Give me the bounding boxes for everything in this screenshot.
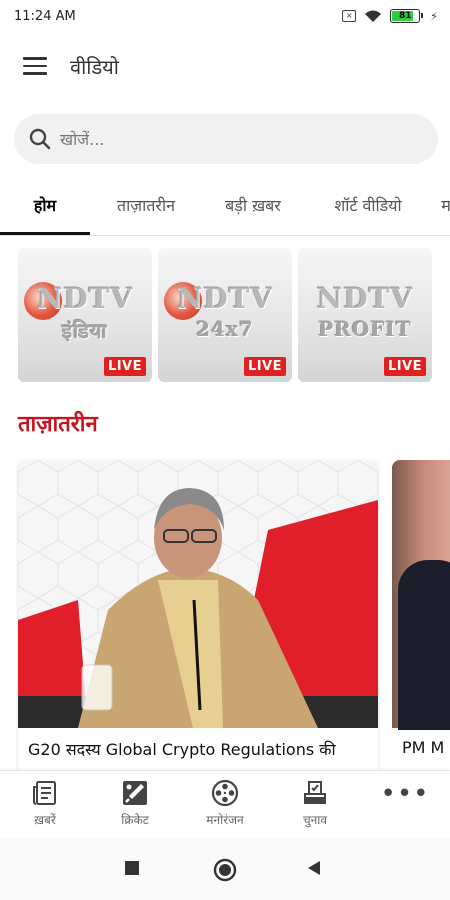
more-icon: ••• xyxy=(380,779,430,809)
newspaper-icon xyxy=(33,781,56,805)
battery-level: 81 xyxy=(399,11,412,21)
tab-latest[interactable]: ताज़ातरीन xyxy=(98,180,194,235)
video-thumbnail xyxy=(392,460,450,730)
search-input[interactable] xyxy=(60,129,400,149)
bottom-nav: ख़बरें क्रिकेट मनोरंजन चुनाव ••• xyxy=(0,770,450,838)
status-bar: 11:24 AM × 81 ⚡ xyxy=(0,0,450,32)
person-silhouette xyxy=(398,560,450,730)
tab-more[interactable]: म xyxy=(436,180,450,235)
nav-entertainment[interactable]: मनोरंजन xyxy=(190,779,260,835)
tab-home[interactable]: होम xyxy=(0,180,90,235)
live-channel-ndtv-profit[interactable]: NDTV PROFIT LIVE xyxy=(298,248,432,382)
cricket-bat-icon xyxy=(123,781,147,805)
speaker-illustration xyxy=(18,460,378,728)
tab-short-video[interactable]: शॉर्ट वीडियो xyxy=(314,180,422,235)
section-title-latest: ताज़ातरीन xyxy=(18,412,98,437)
app-bar: वीडियो xyxy=(0,38,450,94)
back-icon[interactable] xyxy=(306,860,322,876)
nav-elections[interactable]: चुनाव xyxy=(280,779,350,835)
wifi-icon xyxy=(365,10,382,22)
tab-bar: होम ताज़ातरीन बड़ी ख़बर शॉर्ट वीडियो म xyxy=(0,180,450,236)
home-icon[interactable] xyxy=(213,858,237,882)
video-title: G20 सदस्य Global Crypto Regulations की xyxy=(28,740,336,759)
video-title: PM M xyxy=(402,738,445,757)
video-thumbnail xyxy=(18,460,378,728)
channel-logo: NDTV इंडिया xyxy=(36,282,134,343)
nav-label: मनोरंजन xyxy=(206,813,244,827)
system-nav-bar xyxy=(0,838,450,900)
recent-apps-icon[interactable] xyxy=(124,860,140,876)
status-icons: × 81 ⚡ xyxy=(342,9,438,23)
no-sim-icon: × xyxy=(342,10,357,22)
film-reel-icon xyxy=(211,779,239,807)
video-card[interactable]: G20 सदस्य Global Crypto Regulations की xyxy=(18,460,378,780)
menu-icon[interactable] xyxy=(0,38,70,94)
status-time: 11:24 AM xyxy=(14,8,76,24)
nav-label: ख़बरें xyxy=(34,813,56,827)
nav-cricket[interactable]: क्रिकेट xyxy=(100,779,170,835)
live-badge: LIVE xyxy=(103,357,146,376)
page-title: वीडियो xyxy=(70,54,119,79)
search-bar[interactable] xyxy=(14,114,438,164)
live-badge: LIVE xyxy=(383,357,426,376)
video-card[interactable]: PM M xyxy=(392,460,450,780)
tab-big-news[interactable]: बड़ी ख़बर xyxy=(206,180,300,235)
channel-logo: NDTV 24x7 xyxy=(176,282,274,341)
nav-more[interactable]: ••• xyxy=(370,779,440,835)
channel-logo: NDTV PROFIT xyxy=(316,282,414,341)
nav-news[interactable]: ख़बरें xyxy=(10,779,80,835)
ballot-box-icon xyxy=(304,781,326,804)
battery-icon: 81 xyxy=(390,9,424,23)
nav-label: चुनाव xyxy=(302,813,328,827)
live-badge: LIVE xyxy=(243,357,286,376)
nav-label: क्रिकेट xyxy=(121,813,149,827)
charging-icon: ⚡ xyxy=(430,9,438,23)
live-channel-ndtv-india[interactable]: NDTV इंडिया LIVE xyxy=(18,248,152,382)
live-channel-ndtv-24x7[interactable]: NDTV 24x7 LIVE xyxy=(158,248,292,382)
search-icon xyxy=(29,128,51,150)
